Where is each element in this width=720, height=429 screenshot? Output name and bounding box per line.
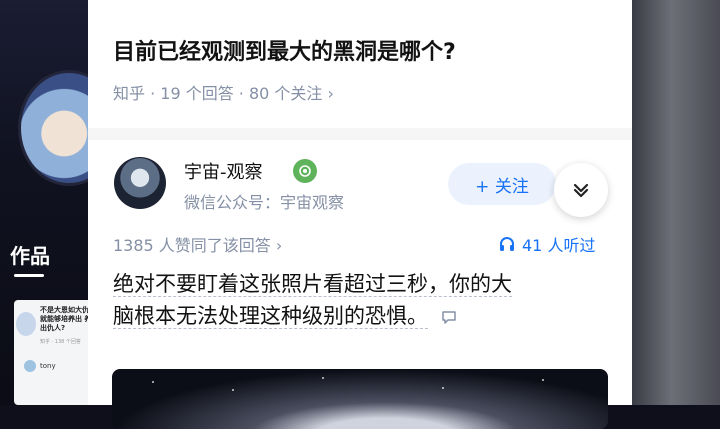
question-title[interactable]: 目前已经观测到最大的黑洞是哪个? <box>113 34 456 66</box>
listen-count-label: 41 人听过 <box>522 236 596 255</box>
expand-chevron-icon <box>573 183 589 198</box>
work-thumbnail[interactable]: 不是大恩如大仇 就能够培养出 养出仇人? 知乎 · 138 个回答 tony <box>14 300 92 405</box>
thumbnail-meta: 知乎 · 138 个回答 <box>40 339 81 345</box>
background-right <box>632 0 720 405</box>
follow-button[interactable]: + 关注 <box>448 163 556 205</box>
section-divider <box>88 128 632 140</box>
author-avatar[interactable] <box>114 157 166 209</box>
answer-line-1: 绝对不要盯着这张照片看超过三秒，你的大 <box>113 272 512 297</box>
headphones-icon <box>500 237 514 251</box>
answer-line-2: 脑根本无法处理这种级别的恐惧。 <box>113 304 428 329</box>
author-subtitle: 微信公众号：宇宙观察 <box>184 193 345 212</box>
thumbnail-user-avatar <box>24 360 36 372</box>
answer-excerpt[interactable]: 绝对不要盯着这张照片看超过三秒，你的大 脑根本无法处理这种级别的恐惧。 <box>113 268 613 332</box>
works-tab-label[interactable]: 作品 <box>10 240 50 269</box>
answer-card: 目前已经观测到最大的黑洞是哪个? 知乎 · 19 个回答 · 80 个关注 › … <box>88 0 632 429</box>
thumbnail-title: 不是大恩如大仇 就能够培养出 养出仇人? <box>40 306 92 332</box>
answer-image[interactable] <box>112 369 608 429</box>
likes-count[interactable]: 1385 人赞同了该回答 › <box>113 232 282 256</box>
author-name[interactable]: 宇宙-观察 <box>184 158 263 184</box>
expand-button[interactable] <box>554 163 608 217</box>
listen-count[interactable]: 41 人听过 <box>498 232 595 256</box>
works-tab-indicator <box>14 274 44 277</box>
question-meta[interactable]: 知乎 · 19 个回答 · 80 个关注 › <box>113 80 334 104</box>
thumbnail-user: tony <box>40 362 56 370</box>
comment-icon[interactable] <box>441 309 457 325</box>
verified-badge-icon <box>293 159 317 183</box>
thumbnail-avatar <box>16 312 36 336</box>
